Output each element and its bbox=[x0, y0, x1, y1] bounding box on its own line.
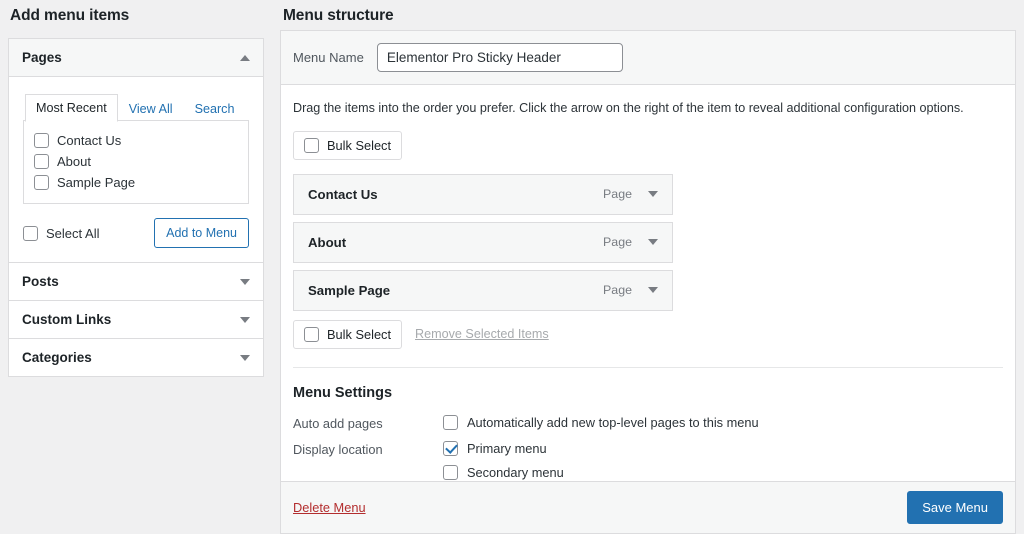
accordion-title-pages: Pages bbox=[22, 50, 62, 65]
accordion-header-categories[interactable]: Categories bbox=[9, 339, 263, 377]
delete-menu-link[interactable]: Delete Menu bbox=[293, 500, 366, 515]
secondary-menu-label: Secondary menu bbox=[467, 464, 564, 480]
display-location-option-primary[interactable]: Primary menu bbox=[443, 440, 564, 456]
auto-add-option[interactable]: Automatically add new top-level pages to… bbox=[443, 414, 759, 430]
pages-actions: Select All Add to Menu bbox=[23, 218, 249, 249]
add-menu-items-panel: Pages Most Recent View All Search Contac… bbox=[8, 38, 264, 378]
menu-item-type: Page bbox=[603, 283, 632, 298]
save-menu-button[interactable]: Save Menu bbox=[907, 490, 1003, 525]
list-item-label: Sample Page bbox=[57, 175, 136, 190]
checkbox-primary-menu[interactable] bbox=[443, 440, 458, 456]
accordion-title-posts: Posts bbox=[22, 274, 59, 290]
menu-item-title: About bbox=[308, 234, 347, 250]
table-row[interactable]: Sample Page Page bbox=[293, 269, 673, 311]
menu-structure-panel: Menu Name Drag the items into the order … bbox=[280, 30, 1016, 534]
caret-down-icon[interactable] bbox=[648, 287, 658, 294]
setting-display-location: Display location Primary menu Secondary … bbox=[293, 440, 1003, 480]
accordion-header-custom-links[interactable]: Custom Links bbox=[9, 301, 263, 339]
list-item[interactable]: Contact Us bbox=[34, 130, 238, 151]
list-item-label: Contact Us bbox=[57, 133, 122, 148]
menu-item-meta: Page bbox=[603, 235, 658, 249]
bulk-actions-bottom: Bulk Select Remove Selected Items bbox=[293, 319, 1003, 367]
table-row[interactable]: Contact Us Page bbox=[293, 173, 673, 215]
page-title-menu-structure: Menu structure bbox=[283, 7, 394, 24]
accordion-title-categories: Categories bbox=[22, 350, 92, 366]
auto-add-option-label: Automatically add new top-level pages to… bbox=[467, 414, 759, 430]
remove-selected-items-link[interactable]: Remove Selected Items bbox=[415, 327, 549, 341]
menu-item-type: Page bbox=[603, 187, 632, 202]
display-location-option-secondary[interactable]: Secondary menu bbox=[443, 464, 564, 480]
tab-search[interactable]: Search bbox=[184, 95, 246, 122]
auto-add-options: Automatically add new top-level pages to… bbox=[443, 414, 759, 430]
checkbox-bulk-select-bottom[interactable] bbox=[304, 326, 319, 342]
caret-down-icon[interactable] bbox=[240, 354, 250, 361]
checkbox-about[interactable] bbox=[34, 154, 49, 169]
menu-item-title: Sample Page bbox=[308, 282, 391, 298]
menu-items-list: Contact Us Page About Page Sample Page P… bbox=[293, 173, 1003, 311]
checkbox-auto-add-pages[interactable] bbox=[443, 414, 458, 430]
checkbox-contact-us[interactable] bbox=[34, 133, 49, 148]
accordion-custom-links: Custom Links bbox=[8, 301, 264, 340]
caret-down-icon[interactable] bbox=[648, 239, 658, 246]
accordion-header-posts[interactable]: Posts bbox=[9, 263, 263, 301]
checkbox-select-all[interactable] bbox=[23, 225, 38, 241]
bulk-select-top[interactable]: Bulk Select bbox=[293, 130, 403, 160]
caret-down-icon[interactable] bbox=[240, 278, 250, 285]
caret-up-icon[interactable] bbox=[240, 54, 250, 61]
page-title-add-menu-items: Add menu items bbox=[10, 7, 130, 24]
checkbox-sample-page[interactable] bbox=[34, 175, 49, 190]
menu-item-type: Page bbox=[603, 235, 632, 250]
menu-footer-bar: Delete Menu Save Menu bbox=[281, 481, 1015, 533]
display-location-label: Display location bbox=[293, 441, 383, 457]
pages-tablist: Most Recent View All Search bbox=[25, 93, 249, 122]
menu-name-bar: Menu Name bbox=[281, 31, 1015, 85]
menu-item-meta: Page bbox=[603, 283, 658, 297]
menu-settings-section: Menu Settings Auto add pages Automatical… bbox=[293, 368, 1003, 480]
menu-item-meta: Page bbox=[603, 187, 658, 201]
select-all-label: Select All bbox=[46, 225, 100, 241]
accordion-pages: Pages Most Recent View All Search Contac… bbox=[8, 38, 264, 264]
auto-add-pages-label: Auto add pages bbox=[293, 415, 383, 431]
accordion-posts: Posts bbox=[8, 263, 264, 302]
menu-name-input[interactable] bbox=[376, 43, 623, 72]
list-item[interactable]: Sample Page bbox=[34, 172, 238, 193]
accordion-title-custom-links: Custom Links bbox=[22, 312, 112, 328]
bulk-select-top-label: Bulk Select bbox=[327, 137, 392, 153]
menu-settings-title: Menu Settings bbox=[293, 384, 393, 401]
checkbox-secondary-menu[interactable] bbox=[443, 464, 458, 480]
accordion-body-pages: Most Recent View All Search Contact Us A… bbox=[9, 77, 263, 263]
primary-menu-label: Primary menu bbox=[467, 440, 547, 456]
select-all-control[interactable]: Select All bbox=[23, 225, 100, 241]
bulk-select-bottom[interactable]: Bulk Select bbox=[293, 319, 403, 349]
accordion-categories: Categories bbox=[8, 339, 264, 378]
tab-view-all[interactable]: View All bbox=[118, 95, 184, 122]
table-row[interactable]: About Page bbox=[293, 221, 673, 263]
accordion-header-pages[interactable]: Pages bbox=[9, 39, 263, 77]
caret-down-icon[interactable] bbox=[240, 316, 250, 323]
display-location-options: Primary menu Secondary menu bbox=[443, 440, 564, 480]
caret-down-icon[interactable] bbox=[648, 191, 658, 198]
list-item-label: About bbox=[57, 154, 91, 169]
bulk-select-bottom-label: Bulk Select bbox=[327, 326, 392, 342]
menu-name-label: Menu Name bbox=[293, 50, 364, 65]
tab-most-recent[interactable]: Most Recent bbox=[25, 94, 118, 122]
add-to-menu-button[interactable]: Add to Menu bbox=[154, 218, 249, 249]
list-item[interactable]: About bbox=[34, 151, 238, 172]
pages-list: Contact Us About Sample Page bbox=[23, 120, 249, 204]
wordpress-menus-screen: Add menu items Menu structure Pages Most… bbox=[0, 0, 1024, 534]
checkbox-bulk-select-top[interactable] bbox=[304, 137, 319, 153]
menu-item-title: Contact Us bbox=[308, 186, 378, 202]
menu-structure-body: Drag the items into the order you prefer… bbox=[281, 85, 1015, 480]
setting-auto-add-pages: Auto add pages Automatically add new top… bbox=[293, 414, 1003, 431]
drag-hint-text: Drag the items into the order you prefer… bbox=[293, 101, 964, 115]
